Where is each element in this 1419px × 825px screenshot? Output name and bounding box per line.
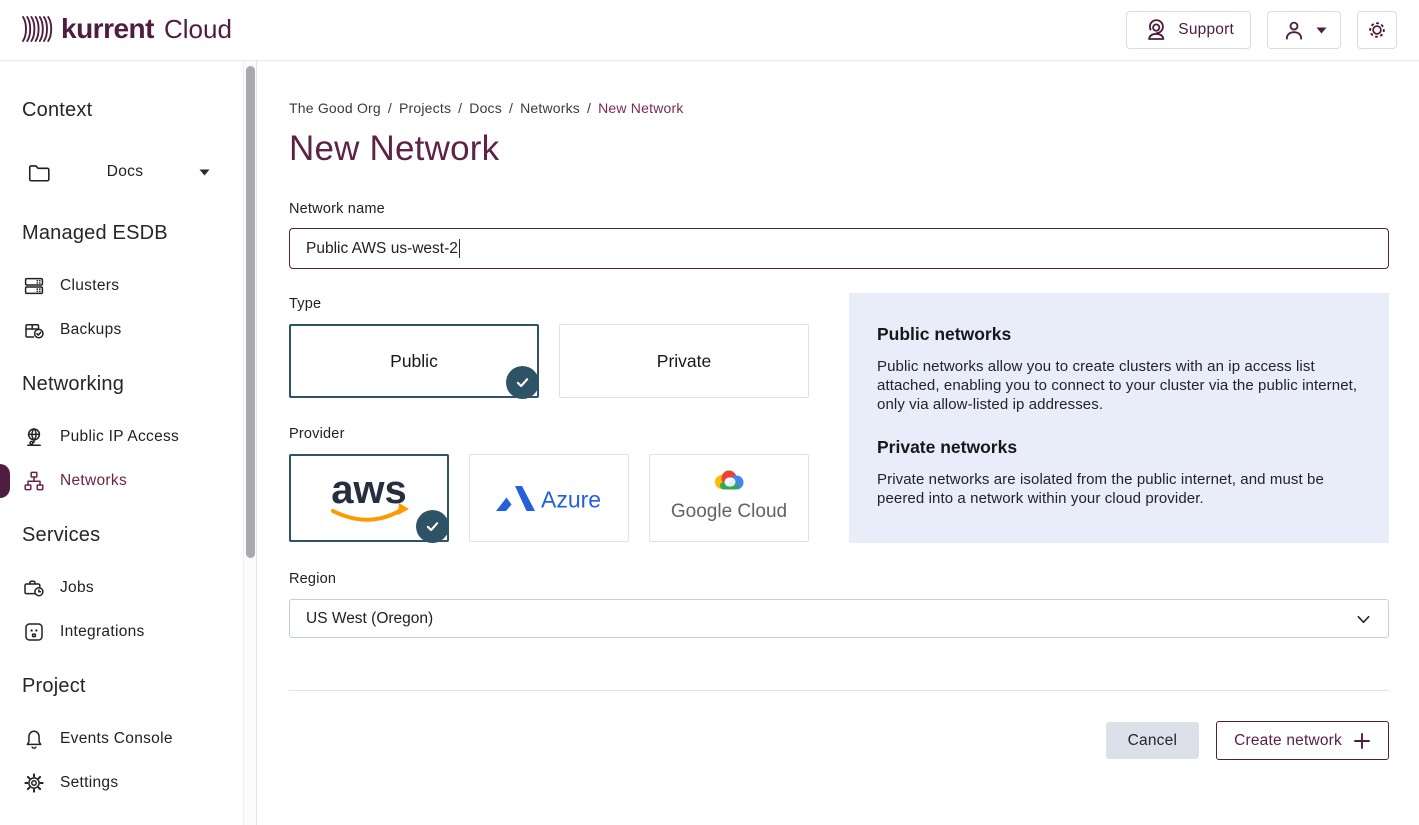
sidebar-heading-networking: Networking: [22, 373, 124, 396]
active-item-indicator: [0, 464, 10, 498]
header-actions: Support: [1126, 11, 1397, 49]
sidebar-heading-services: Services: [22, 524, 100, 547]
logo-brand-text: kurrent: [61, 13, 154, 45]
network-types-info-panel: Public networks Public networks allow yo…: [849, 293, 1389, 543]
region-label: Region: [289, 571, 336, 587]
form-divider: [289, 690, 1389, 691]
main-content: The Good Org/Projects/Docs/Networks/New …: [257, 61, 1419, 825]
sidebar-scrollbar-thumb[interactable]: [246, 66, 255, 558]
sidebar-item-events-console[interactable]: Events Console: [22, 725, 173, 753]
sidebar-scrollbar-track: [243, 61, 256, 825]
info-body-public: Public networks allow you to create clus…: [877, 357, 1361, 414]
sidebar-heading-managed-esdb: Managed ESDB: [22, 222, 168, 245]
sun-icon: [1365, 18, 1389, 42]
chevron-down-icon: [1355, 611, 1372, 628]
theme-toggle-button[interactable]: [1357, 11, 1397, 49]
text-cursor: [459, 239, 461, 258]
breadcrumb-projects[interactable]: Projects: [399, 100, 451, 116]
breadcrumb-org[interactable]: The Good Org: [289, 100, 381, 116]
support-headset-icon: [1143, 17, 1169, 43]
sidebar-item-backups[interactable]: Backups: [22, 316, 122, 344]
breadcrumb-current: New Network: [598, 100, 683, 116]
app-header: kurrent Cloud Support: [0, 0, 1419, 61]
sidebar-heading-context: Context: [22, 99, 92, 122]
page-title: New Network: [289, 129, 499, 169]
info-body-private: Private networks are isolated from the p…: [877, 470, 1361, 508]
plus-icon: [1353, 732, 1371, 750]
provider-option-azure[interactable]: Azure: [469, 454, 629, 542]
chevron-down-icon: [199, 169, 210, 176]
sidebar-item-integrations[interactable]: Integrations: [22, 618, 145, 646]
type-option-public[interactable]: Public: [289, 324, 539, 398]
account-menu-button[interactable]: [1267, 11, 1341, 49]
clusters-icon: [22, 274, 46, 298]
aws-logo: aws: [317, 467, 421, 529]
kurrent-cloud-logo[interactable]: kurrent Cloud: [20, 10, 232, 48]
svg-text:Google Cloud: Google Cloud: [671, 501, 787, 522]
kurrent-logo-mark-icon: [20, 10, 53, 48]
context-project-value: Docs: [51, 163, 199, 181]
sidebar-item-public-ip-access[interactable]: Public IP Access: [22, 423, 179, 451]
network-name-value: Public AWS us-west-2: [306, 240, 458, 258]
sidebar-heading-project: Project: [22, 675, 86, 698]
breadcrumb-project-docs[interactable]: Docs: [469, 100, 502, 116]
azure-logo: Azure: [493, 483, 605, 513]
network-name-input[interactable]: Public AWS us-west-2: [289, 228, 1389, 269]
selected-check-icon: [506, 366, 539, 399]
type-label: Type: [289, 296, 321, 312]
network-name-label: Network name: [289, 201, 385, 217]
context-project-selector[interactable]: Docs: [26, 157, 210, 187]
breadcrumb-networks[interactable]: Networks: [520, 100, 580, 116]
breadcrumb: The Good Org/Projects/Docs/Networks/New …: [289, 100, 684, 116]
info-heading-private: Private networks: [877, 437, 1361, 458]
svg-text:aws: aws: [331, 468, 407, 512]
public-ip-access-icon: [22, 425, 46, 449]
backups-icon: [22, 318, 46, 342]
create-network-button[interactable]: Create network: [1216, 721, 1389, 760]
networks-icon: [22, 469, 46, 493]
sidebar: Context Docs Managed ESDB: [0, 61, 257, 825]
region-select[interactable]: US West (Oregon): [289, 599, 1389, 638]
gear-icon: [22, 771, 46, 795]
integrations-icon: [22, 620, 46, 644]
info-heading-public: Public networks: [877, 324, 1361, 345]
svg-text:Azure: Azure: [541, 487, 601, 513]
sidebar-item-settings[interactable]: Settings: [22, 769, 118, 797]
selected-check-icon: [416, 510, 449, 543]
sidebar-item-clusters[interactable]: Clusters: [22, 272, 119, 300]
google-cloud-logo: Google Cloud: [670, 469, 788, 527]
sidebar-item-networks[interactable]: Networks: [22, 467, 127, 495]
type-option-private[interactable]: Private: [559, 324, 809, 398]
provider-option-aws[interactable]: aws: [289, 454, 449, 542]
provider-label: Provider: [289, 426, 345, 442]
chevron-down-icon: [1316, 27, 1327, 34]
folder-icon: [26, 160, 51, 185]
support-label: Support: [1178, 21, 1234, 39]
bell-icon: [22, 727, 46, 751]
user-icon: [1281, 17, 1307, 43]
sidebar-item-jobs[interactable]: Jobs: [22, 574, 94, 602]
provider-option-google-cloud[interactable]: Google Cloud: [649, 454, 809, 542]
form-actions: Cancel Create network: [289, 721, 1389, 760]
logo-suffix-text: Cloud: [164, 14, 232, 45]
region-value: US West (Oregon): [306, 610, 433, 628]
cancel-button[interactable]: Cancel: [1106, 722, 1199, 759]
jobs-icon: [22, 576, 46, 600]
support-button[interactable]: Support: [1126, 11, 1251, 49]
